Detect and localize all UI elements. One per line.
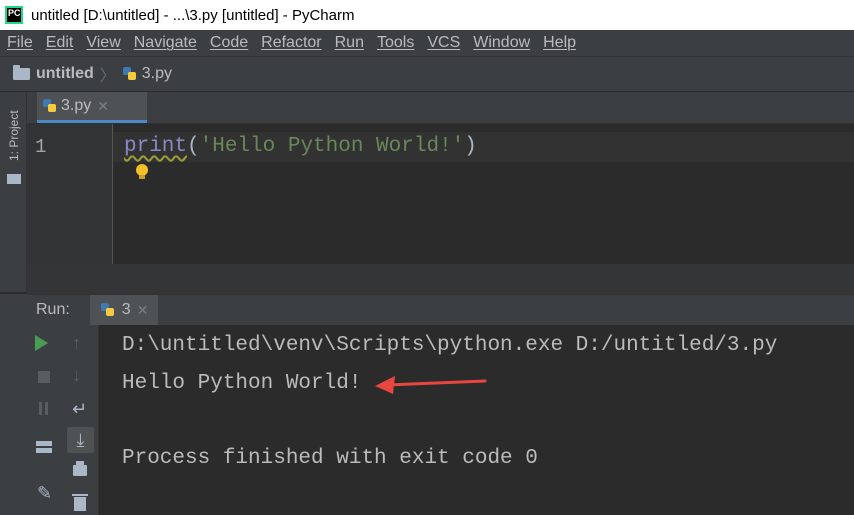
editor-empty-area [27, 264, 854, 294]
code-function: print [124, 135, 188, 158]
window-title: untitled [D:\untitled] - ...\3.py [untit… [31, 6, 355, 24]
editor-tab-bar: 3.py ✕ [27, 92, 854, 124]
run-tab-label: 3 [121, 301, 131, 318]
restore-layout-icon[interactable] [36, 441, 52, 453]
breadcrumb-file[interactable]: 3.py [142, 65, 172, 83]
pycharm-logo-icon: PC [5, 6, 23, 24]
menu-vcs[interactable]: VCS [420, 34, 466, 52]
trash-icon[interactable] [72, 494, 88, 511]
console-line-command: D:\untitled\venv\Scripts\python.exe D:/u… [122, 334, 778, 357]
menu-file[interactable]: File [0, 34, 39, 52]
breadcrumb-separator: 〉 [99, 68, 116, 85]
run-toolbar-secondary: ↑ ↓ ↵ ⤓ [63, 325, 99, 515]
tab-label: 3.py [61, 97, 92, 114]
python-file-icon [122, 66, 138, 82]
left-tool-strip: 1: Project [0, 92, 27, 292]
menu-help[interactable]: Help [536, 34, 582, 52]
breadcrumb: untitled 〉 3.py [0, 56, 854, 92]
console-line-output: Hello Python World! [122, 372, 362, 395]
pause-icon[interactable] [39, 402, 49, 415]
project-tool-tab[interactable]: 1: Project [4, 102, 22, 162]
annotation-arrow-icon [375, 376, 487, 394]
close-icon[interactable]: ✕ [97, 98, 109, 115]
folder-icon [13, 65, 30, 80]
code-line[interactable]: print('Hello Python World!') [124, 135, 477, 158]
print-icon[interactable] [73, 461, 87, 476]
run-toolbar-primary: ✎ [27, 325, 63, 515]
code-paren-open: ( [187, 135, 200, 158]
run-console[interactable]: D:\untitled\venv\Scripts\python.exe D:/u… [99, 325, 854, 515]
soft-wrap-icon[interactable]: ↵ [72, 399, 92, 419]
menu-tools[interactable]: Tools [370, 34, 420, 52]
stop-icon[interactable] [38, 371, 50, 383]
menu-view[interactable]: View [79, 34, 126, 52]
up-arrow-icon[interactable]: ↑ [72, 333, 92, 353]
code-editor[interactable]: print('Hello Python World!') [113, 124, 854, 264]
menu-window[interactable]: Window [466, 34, 536, 52]
python-file-icon [42, 98, 58, 114]
line-number: 1 [35, 136, 47, 158]
run-tool-header: Run: 3 ✕ [27, 294, 854, 326]
run-left-strip [0, 294, 27, 515]
scroll-to-end-icon[interactable]: ⤓ [67, 427, 94, 453]
code-string: 'Hello Python World!' [199, 135, 465, 158]
menu-edit[interactable]: Edit [39, 34, 80, 52]
tab-3-py[interactable]: 3.py ✕ [37, 92, 147, 123]
python-file-icon [100, 302, 116, 318]
project-folder-icon[interactable] [7, 174, 21, 184]
code-paren-close: ) [464, 135, 477, 158]
menu-bar: File Edit View Navigate Code Refactor Ru… [0, 30, 854, 56]
menu-code[interactable]: Code [203, 34, 254, 52]
breadcrumb-project[interactable]: untitled [36, 65, 94, 83]
menu-navigate[interactable]: Navigate [127, 34, 203, 52]
rerun-play-icon[interactable] [35, 335, 48, 351]
run-title: Run: [36, 301, 70, 318]
window-title-bar: PC untitled [D:\untitled] - ...\3.py [un… [0, 0, 854, 30]
console-line-exit: Process finished with exit code 0 [122, 447, 538, 470]
menu-run[interactable]: Run [328, 34, 370, 52]
project-tool-label: 1: Project [7, 110, 21, 161]
run-tab-3[interactable]: 3 ✕ [89, 294, 158, 326]
editor-gutter: 1 [27, 124, 113, 264]
lightbulb-icon[interactable] [136, 164, 148, 179]
menu-refactor[interactable]: Refactor [254, 34, 327, 52]
pin-icon[interactable]: ✎ [37, 483, 57, 503]
close-icon[interactable]: ✕ [137, 302, 149, 319]
down-arrow-icon[interactable]: ↓ [72, 365, 92, 385]
